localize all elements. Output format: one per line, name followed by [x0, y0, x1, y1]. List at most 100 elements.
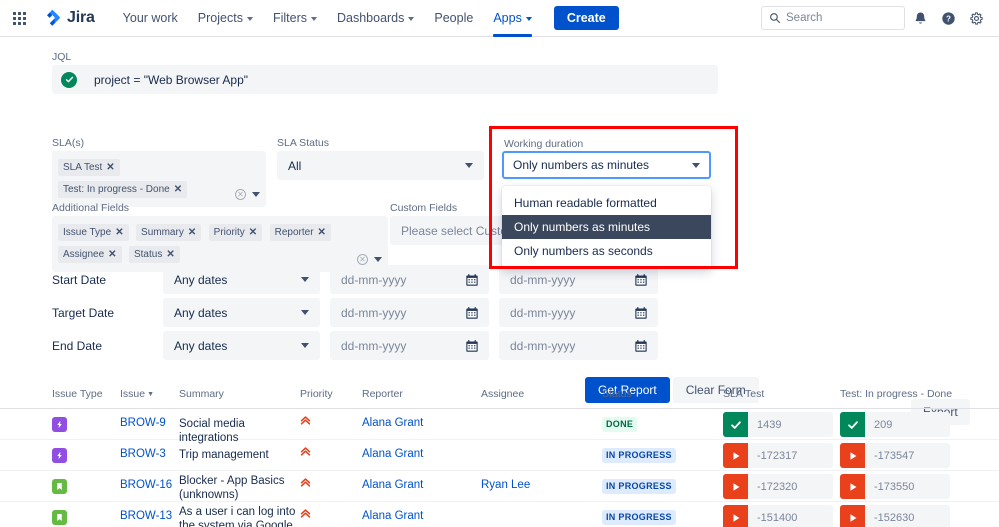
table-row[interactable]: BROW-13 As a user i can log into the sys…: [0, 502, 999, 527]
sla-status-select[interactable]: All: [277, 151, 484, 180]
issue-key-link[interactable]: BROW-13: [120, 510, 172, 522]
jql-value: project = "Web Browser App": [94, 72, 249, 87]
priority-highest-icon: [300, 415, 311, 429]
issue-key-link[interactable]: BROW-9: [120, 417, 166, 429]
test-in-progress-done-value: -173550: [874, 480, 915, 493]
end-date-range-select[interactable]: Any dates: [163, 331, 320, 360]
calendar-icon[interactable]: [465, 306, 479, 320]
issue-key-link[interactable]: BROW-3: [120, 448, 166, 460]
sla-controls: ✕: [235, 189, 260, 200]
end-date-from-input[interactable]: dd-mm-yyyy: [330, 331, 489, 360]
search-input[interactable]: Search: [761, 6, 905, 30]
nav-item-dashboards[interactable]: Dashboards: [327, 0, 424, 37]
target-date-range-select[interactable]: Any dates: [163, 298, 320, 327]
tag-label: Reporter: [274, 227, 314, 238]
create-button[interactable]: Create: [553, 5, 619, 31]
tag-label: Priority: [213, 227, 245, 238]
sla-test-cell: -172320: [723, 474, 833, 499]
reporter-link[interactable]: Alana Grant: [362, 510, 423, 522]
table-row[interactable]: BROW-9 Social media integrations Alana G…: [0, 409, 999, 444]
calendar-icon[interactable]: [465, 273, 479, 287]
calendar-icon[interactable]: [634, 339, 648, 353]
additional-field-tag[interactable]: Reporter ✕: [269, 224, 331, 241]
remove-tag-icon[interactable]: ✕: [166, 248, 174, 261]
column-header-assignee: Assignee: [481, 388, 525, 400]
issue-key-link[interactable]: BROW-16: [120, 479, 172, 491]
nav-item-people[interactable]: People: [424, 0, 483, 37]
tag-label: SLA Test: [63, 162, 103, 173]
remove-tag-icon[interactable]: ✕: [108, 248, 116, 261]
start-date-to-placeholder: dd-mm-yyyy: [510, 272, 576, 287]
start-date-row: Start Date Any dates dd-mm-yyyy dd-mm-yy…: [52, 265, 658, 294]
jql-input[interactable]: project = "Web Browser App": [52, 65, 718, 94]
sla-tag[interactable]: Test: In progress - Done ✕: [58, 181, 188, 198]
search-icon: [770, 13, 781, 24]
nav-item-filters[interactable]: Filters: [263, 0, 327, 37]
test-in-progress-done-cell: -173547: [840, 443, 950, 468]
working-duration-option-human-readable[interactable]: Human readable formatted: [502, 191, 711, 215]
chevron-down-icon: [246, 17, 253, 21]
sla-met-check-icon: [723, 412, 748, 437]
reporter-link[interactable]: Alana Grant: [362, 479, 423, 491]
chevron-down-icon: [408, 17, 415, 21]
table-row[interactable]: BROW-3 Trip management Alana Grant IN PR…: [0, 440, 999, 471]
custom-fields-label: Custom Fields: [390, 202, 458, 214]
reporter-link[interactable]: Alana Grant: [362, 448, 423, 460]
jira-home-link[interactable]: Jira: [42, 8, 95, 28]
additional-field-tag[interactable]: Priority ✕: [208, 224, 263, 241]
issue-summary: Blocker - App Basics (unknowns): [179, 475, 285, 502]
remove-tag-icon[interactable]: ✕: [249, 226, 257, 239]
additional-field-tag[interactable]: Assignee ✕: [58, 246, 122, 263]
calendar-icon[interactable]: [634, 273, 648, 287]
remove-tag-icon[interactable]: ✕: [318, 226, 326, 239]
nav-item-projects[interactable]: Projects: [188, 0, 263, 37]
notifications-icon[interactable]: [907, 5, 933, 31]
remove-tag-icon[interactable]: ✕: [174, 183, 182, 196]
apps-grid-icon[interactable]: [6, 5, 32, 31]
primary-nav-items: Your work Projects Filters Dashboards Pe…: [113, 0, 619, 37]
clear-all-icon[interactable]: ✕: [235, 189, 246, 200]
assignee-link[interactable]: Ryan Lee: [481, 479, 530, 491]
end-date-to-input[interactable]: dd-mm-yyyy: [499, 331, 658, 360]
nav-label: Filters: [272, 11, 307, 25]
additional-field-tag[interactable]: Issue Type ✕: [58, 224, 129, 241]
reporter-link[interactable]: Alana Grant: [362, 417, 423, 429]
target-date-from-input[interactable]: dd-mm-yyyy: [330, 298, 489, 327]
status-badge: DONE: [602, 417, 638, 432]
working-duration-select[interactable]: Only numbers as minutes: [502, 151, 711, 179]
start-date-from-input[interactable]: dd-mm-yyyy: [330, 265, 489, 294]
settings-gear-icon[interactable]: [963, 5, 989, 31]
target-date-to-input[interactable]: dd-mm-yyyy: [499, 298, 658, 327]
table-row[interactable]: BROW-16 Blocker - App Basics (unknowns) …: [0, 471, 999, 502]
remove-tag-icon[interactable]: ✕: [115, 226, 123, 239]
help-icon[interactable]: ?: [935, 5, 961, 31]
chevron-down-icon[interactable]: [374, 257, 382, 262]
chevron-down-icon[interactable]: [692, 162, 700, 168]
sla-tag[interactable]: SLA Test ✕: [58, 159, 120, 176]
remove-tag-icon[interactable]: ✕: [188, 226, 196, 239]
clear-all-icon[interactable]: ✕: [357, 254, 368, 265]
sla-running-play-icon: [840, 474, 865, 499]
nav-item-your-work[interactable]: Your work: [113, 0, 188, 37]
sla-test-cell: -172317: [723, 443, 833, 468]
sla-multiselect[interactable]: SLA Test ✕ Test: In progress - Done ✕ ✕: [52, 151, 266, 207]
start-date-to-input[interactable]: dd-mm-yyyy: [499, 265, 658, 294]
working-duration-option-seconds[interactable]: Only numbers as seconds: [502, 239, 711, 263]
calendar-icon[interactable]: [634, 306, 648, 320]
column-header-issue[interactable]: Issue ▼: [120, 388, 154, 400]
sla-results-table: Issue Type Issue ▼ Summary Priority Repor…: [0, 388, 999, 527]
issue-summary: Trip management: [179, 449, 269, 461]
calendar-icon[interactable]: [465, 339, 479, 353]
chevron-down-icon: [525, 17, 532, 21]
tag-label: Summary: [141, 227, 184, 238]
test-in-progress-done-value: 209: [874, 418, 893, 431]
additional-fields-multiselect[interactable]: Issue Type ✕ Summary ✕ Priority ✕ Report…: [52, 216, 388, 272]
chevron-down-icon[interactable]: [252, 192, 260, 197]
additional-field-tag[interactable]: Status ✕: [128, 246, 180, 263]
remove-tag-icon[interactable]: ✕: [106, 161, 114, 174]
column-header-issue-type: Issue Type: [52, 388, 103, 400]
working-duration-option-minutes[interactable]: Only numbers as minutes: [502, 215, 711, 239]
additional-field-tag[interactable]: Summary ✕: [136, 224, 202, 241]
nav-item-apps[interactable]: Apps: [483, 0, 542, 37]
start-date-range-select[interactable]: Any dates: [163, 265, 320, 294]
